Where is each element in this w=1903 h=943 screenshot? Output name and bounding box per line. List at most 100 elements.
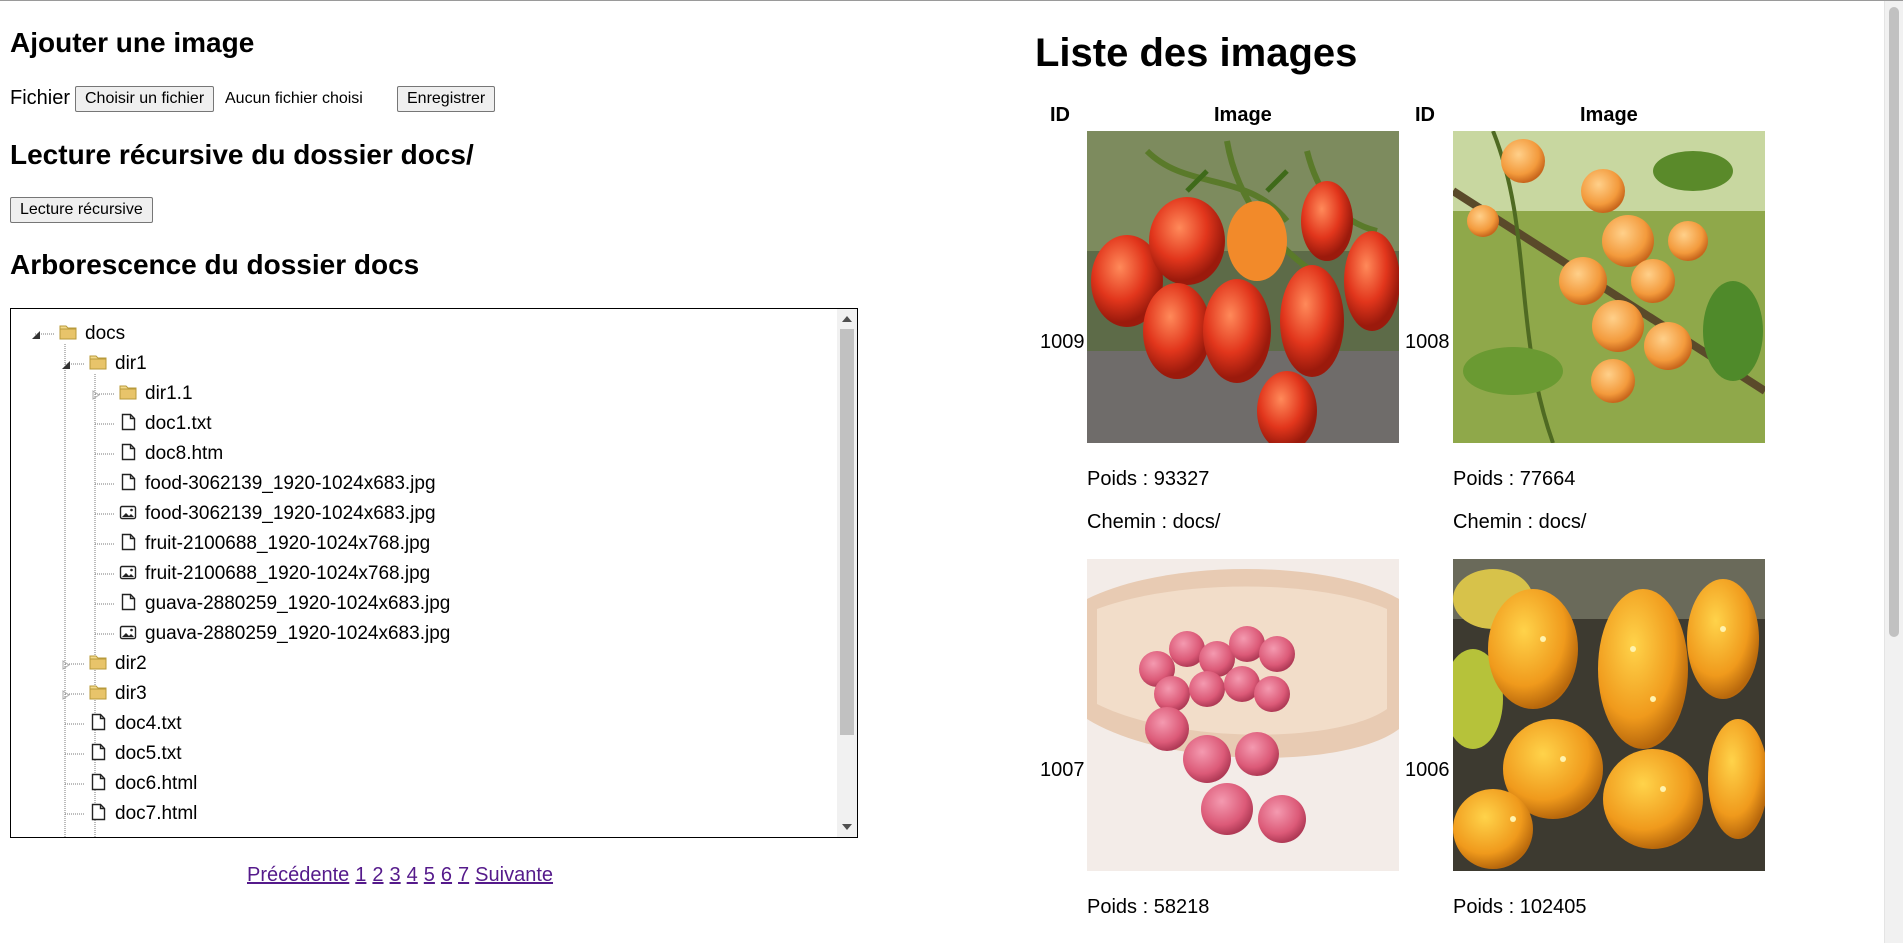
- pagination-page-link[interactable]: 1: [355, 864, 366, 886]
- folder-icon: [87, 651, 109, 673]
- tree-node-file[interactable]: food-3062139_1920-1024x683.jpg: [117, 470, 436, 498]
- tree-node-label: docs: [85, 323, 126, 344]
- image-id: 1007: [1040, 759, 1085, 781]
- tree-node-label: dir2: [115, 653, 147, 674]
- tree-node-image[interactable]: food-3062139_1920-1024x683.jpg: [117, 500, 436, 528]
- tree-node-folder[interactable]: dir1.1: [117, 380, 193, 408]
- pagination-page-link[interactable]: 4: [407, 864, 418, 886]
- tree-node-folder[interactable]: dir2: [87, 650, 147, 678]
- tree-node-label: doc8.htm: [145, 443, 224, 464]
- choose-file-button[interactable]: Choisir un fichier: [75, 86, 215, 112]
- no-file-text: Aucun fichier choisi: [225, 90, 363, 107]
- tree-expand-toggle[interactable]: [60, 658, 72, 670]
- tree-node-label: food-3062139_1920-1024x683.jpg: [145, 503, 436, 524]
- tree-node-label: fruit-2100688_1920-1024x768.jpg: [145, 563, 431, 584]
- save-button[interactable]: Enregistrer: [397, 86, 496, 112]
- page-scrollbar[interactable]: [1884, 1, 1903, 943]
- tree-node-label: doc5.txt: [115, 743, 182, 764]
- pagination-page-link[interactable]: 3: [390, 864, 401, 886]
- tree-node-file[interactable]: guava-2880259_1920-1024x683.jpg: [117, 590, 450, 618]
- tree-node-label: doc1.txt: [145, 413, 212, 434]
- poids-label: Poids :: [1087, 896, 1154, 918]
- tree-expand-toggle[interactable]: [90, 388, 102, 400]
- chemin-value: docs/: [1538, 511, 1587, 533]
- tree-node-image[interactable]: fruit-2100688_1920-1024x768.jpg: [117, 560, 430, 588]
- pagination-page-link[interactable]: 5: [424, 864, 435, 886]
- col-header-image: Image: [1580, 104, 1638, 126]
- tree-title: Arborescence du dossier docs: [10, 249, 420, 280]
- pagination-page-link[interactable]: 2: [372, 864, 383, 886]
- col-header-id: ID: [1415, 104, 1435, 126]
- tree-collapse-toggle[interactable]: [60, 358, 72, 370]
- col-header-image: Image: [1214, 104, 1272, 126]
- poids-label: Poids :: [1087, 468, 1154, 490]
- folder-icon: [87, 681, 109, 703]
- tree-node-label: guava-2880259_1920-1024x683.jpg: [145, 593, 451, 614]
- file-icon: [117, 531, 139, 553]
- tree-node-label: dir3: [115, 683, 147, 704]
- image-poids: Poids : 102405: [1453, 896, 1586, 919]
- fruit-image-apricots: [1453, 131, 1765, 443]
- page-scroll-thumb[interactable]: [1889, 7, 1899, 637]
- tree-node-image[interactable]: guava-2880259_1920-1024x683.jpg: [117, 620, 450, 648]
- file-icon: [117, 411, 139, 433]
- tree-node-label: dir1.1: [145, 383, 193, 404]
- file-icon: [117, 591, 139, 613]
- tree-view[interactable]: docs dir1 dir1.1 doc1.txt doc8.htm food-30621…: [10, 308, 858, 838]
- upload-title: Ajouter une image: [10, 27, 255, 58]
- recursive-title: Lecture récursive du dossier docs/: [10, 139, 474, 170]
- poids-value: 58218: [1153, 896, 1210, 918]
- tree-node-file[interactable]: doc4.txt: [87, 710, 182, 738]
- tree-node-file[interactable]: doc6.html: [87, 770, 197, 798]
- scroll-down-arrow[interactable]: [842, 824, 852, 830]
- list-title: Liste des images: [1035, 31, 1358, 75]
- fruit-image-lychees: [1087, 559, 1399, 871]
- tree-node-file[interactable]: fruit-2100688_1920-1024x768.jpg: [117, 530, 430, 558]
- scroll-up-arrow[interactable]: [842, 316, 852, 322]
- poids-value: 102405: [1519, 896, 1587, 918]
- image-poids: Poids : 58218: [1087, 896, 1209, 919]
- image-chemin: Chemin : docs/: [1453, 511, 1586, 534]
- image-file-icon: [117, 561, 139, 583]
- tree-node-file[interactable]: doc1.txt: [117, 410, 212, 438]
- image-id: 1006: [1405, 759, 1450, 781]
- folder-icon: [87, 351, 109, 373]
- tree-node-folder[interactable]: dir3: [87, 680, 147, 708]
- pagination-prev-link[interactable]: Précédente: [247, 864, 349, 886]
- chemin-label: Chemin :: [1087, 511, 1173, 533]
- tree-scroll-thumb[interactable]: [840, 329, 854, 735]
- pagination-next-link[interactable]: Suivante: [475, 864, 553, 886]
- image-file-icon: [117, 501, 139, 523]
- file-icon: [87, 741, 109, 763]
- pagination-page-link[interactable]: 6: [441, 864, 452, 886]
- fruit-image-tomatoes: [1087, 131, 1399, 443]
- file-icon: [87, 771, 109, 793]
- file-icon: [117, 471, 139, 493]
- file-icon: [87, 801, 109, 823]
- file-icon: [117, 441, 139, 463]
- file-icon: [87, 711, 109, 733]
- image-poids: Poids : 93327: [1087, 468, 1209, 491]
- tree-node-file[interactable]: doc8.htm: [117, 440, 223, 468]
- tree-node-label: fruit-2100688_1920-1024x768.jpg: [145, 533, 431, 554]
- chemin-value: docs/: [1172, 511, 1221, 533]
- tree-node-label: doc7.html: [115, 803, 198, 824]
- tree-node-folder[interactable]: docs: [57, 320, 125, 348]
- pagination-page-link[interactable]: 7: [458, 864, 469, 886]
- chemin-label: Chemin :: [1453, 511, 1539, 533]
- tree-node-label: food-3062139_1920-1024x683.jpg: [145, 473, 436, 494]
- tree-node-label: doc4.txt: [115, 713, 182, 734]
- recursive-read-button[interactable]: Lecture récursive: [10, 197, 153, 223]
- tree-collapse-toggle[interactable]: [30, 328, 42, 340]
- tree-node-file[interactable]: doc5.txt: [87, 740, 182, 768]
- tree-node-label: dir1: [115, 353, 147, 374]
- image-id: 1009: [1040, 331, 1085, 353]
- tree-scrollbar[interactable]: [837, 309, 857, 837]
- folder-icon: [57, 321, 79, 343]
- file-label: Fichier: [10, 87, 71, 109]
- tree-node-folder[interactable]: dir1: [87, 350, 147, 378]
- tree-node-file[interactable]: doc7.html: [87, 800, 197, 828]
- poids-label: Poids :: [1453, 468, 1520, 490]
- tree-expand-toggle[interactable]: [60, 688, 72, 700]
- tree-node-label: guava-2880259_1920-1024x683.jpg: [145, 623, 451, 644]
